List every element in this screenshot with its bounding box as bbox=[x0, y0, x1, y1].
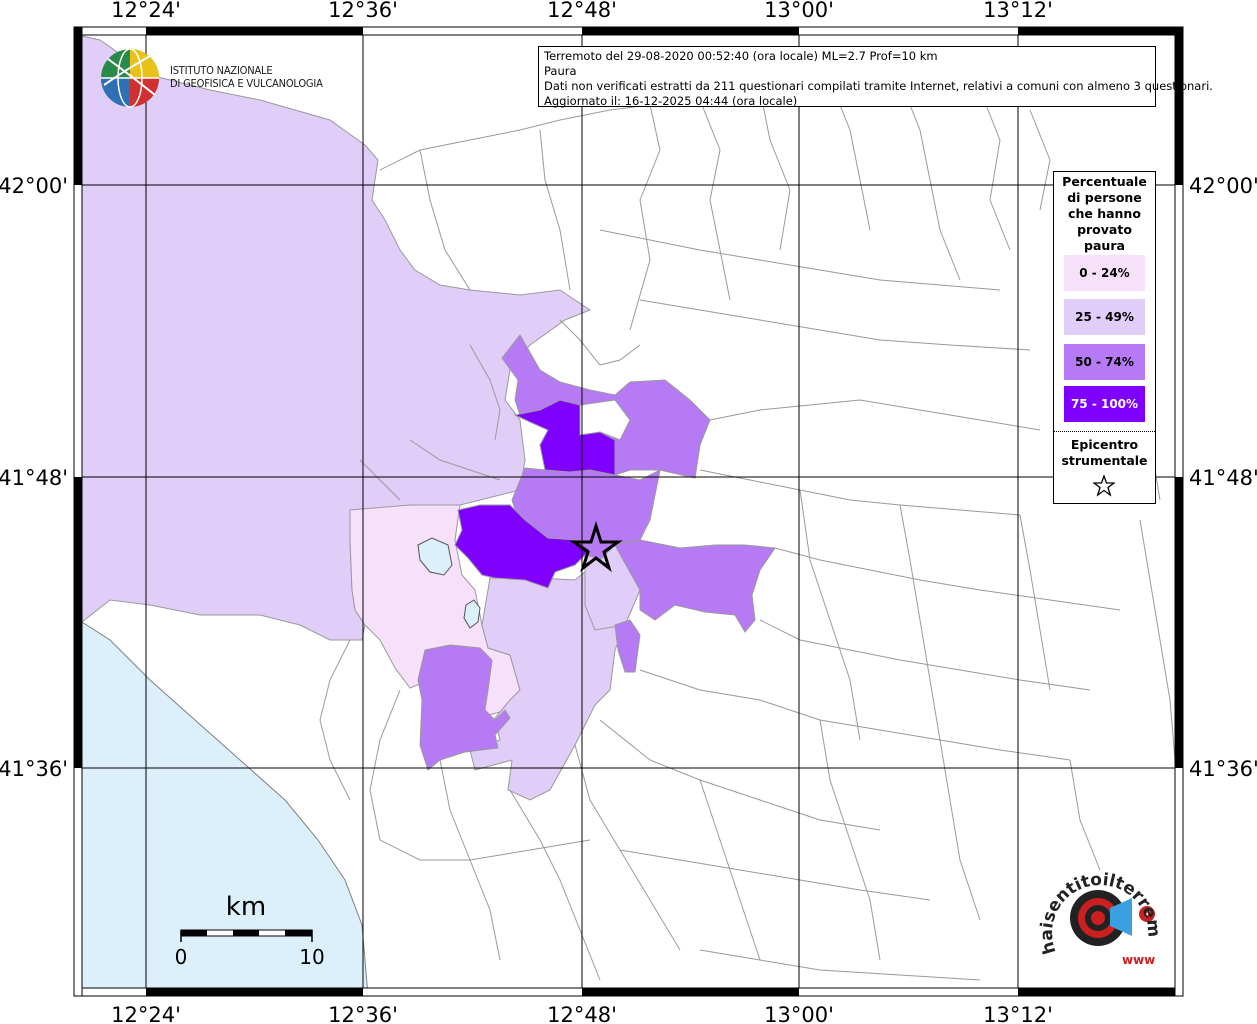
legend: Percentuale di persone che hanno provato… bbox=[1053, 171, 1156, 504]
legend-epicenter-line2: strumentale bbox=[1061, 453, 1148, 468]
latitude-labels-left: 42°00' 41°48' 41°36' bbox=[0, 174, 68, 781]
lat-label-right-3: 41°36' bbox=[1189, 757, 1257, 781]
event-info-line1: Terremoto del 29-08-2020 00:52:40 (ora l… bbox=[544, 49, 938, 63]
legend-item-75-100: 75 - 100% bbox=[1064, 386, 1145, 422]
event-info-box: Terremoto del 29-08-2020 00:52:40 (ora l… bbox=[538, 46, 1213, 108]
lat-label-left-2: 41°48' bbox=[0, 466, 68, 490]
legend-item-50-74: 50 - 74% bbox=[1064, 344, 1145, 380]
scale-start: 0 bbox=[175, 945, 188, 969]
legend-title-line4: provato bbox=[1077, 222, 1132, 237]
lat-label-right-1: 42°00' bbox=[1189, 174, 1257, 198]
event-info-line3: Dati non verificati estratti da 211 ques… bbox=[544, 79, 1213, 93]
ingv-globe-icon bbox=[101, 48, 159, 108]
latitude-labels-right: 42°00' 41°48' 41°36' bbox=[1189, 174, 1257, 781]
ingv-name-line2: DI GEOFISICA E VULCANOLOGIA bbox=[170, 77, 323, 90]
lon-label-bottom-1: 12°24' bbox=[111, 1003, 181, 1024]
lon-label-top-4: 13°00' bbox=[764, 0, 834, 22]
legend-title-line5: paura bbox=[1084, 238, 1125, 253]
legend-title: Percentuale di persone che hanno provato… bbox=[1054, 172, 1155, 254]
legend-title-line1: Percentuale bbox=[1062, 174, 1147, 189]
legend-epicenter-line1: Epicentro bbox=[1070, 437, 1139, 452]
lon-label-bottom-5: 13°12' bbox=[983, 1003, 1053, 1024]
legend-epicenter-label: Epicentro strumentale bbox=[1054, 437, 1155, 469]
longitude-labels-bottom: 12°24' 12°36' 12°48' 13°00' 13°12' bbox=[111, 1003, 1053, 1024]
lon-label-top-5: 13°12' bbox=[983, 0, 1053, 22]
legend-title-line3: che hanno bbox=[1068, 206, 1141, 221]
event-info-line4: Aggiornato il: 16-12-2025 04:44 (ora loc… bbox=[544, 94, 798, 108]
event-info-line2: Paura bbox=[544, 64, 577, 78]
lon-label-top-1: 12°24' bbox=[111, 0, 181, 22]
legend-title-line2: di persone bbox=[1067, 190, 1142, 205]
legend-separator bbox=[1054, 431, 1155, 432]
hsit-logo-www: www bbox=[1122, 953, 1155, 967]
lon-label-bottom-3: 12°48' bbox=[547, 1003, 617, 1024]
lon-label-top-3: 12°48' bbox=[547, 0, 617, 22]
hsit-logo: ? haisentitoilterremoto.it www bbox=[1036, 856, 1164, 967]
ingv-name: ISTITUTO NAZIONALE DI GEOFISICA E VULCAN… bbox=[170, 64, 323, 90]
scale-unit: km bbox=[226, 892, 266, 922]
lat-label-left-1: 42°00' bbox=[0, 174, 68, 198]
lon-label-bottom-4: 13°00' bbox=[764, 1003, 834, 1024]
longitude-labels-top: 12°24' 12°36' 12°48' 13°00' 13°12' bbox=[111, 0, 1053, 22]
ingv-name-line1: ISTITUTO NAZIONALE bbox=[170, 64, 273, 77]
lat-label-left-3: 41°36' bbox=[0, 757, 68, 781]
ingv-logo: ISTITUTO NAZIONALE DI GEOFISICA E VULCAN… bbox=[100, 47, 330, 109]
lon-label-top-2: 12°36' bbox=[328, 0, 398, 22]
lon-label-bottom-2: 12°36' bbox=[328, 1003, 398, 1024]
legend-item-0-24: 0 - 24% bbox=[1064, 255, 1145, 291]
legend-item-25-49: 25 - 49% bbox=[1064, 299, 1145, 335]
lat-label-right-2: 41°48' bbox=[1189, 466, 1257, 490]
scale-end: 10 bbox=[299, 945, 324, 969]
legend-star-icon bbox=[1093, 475, 1115, 497]
